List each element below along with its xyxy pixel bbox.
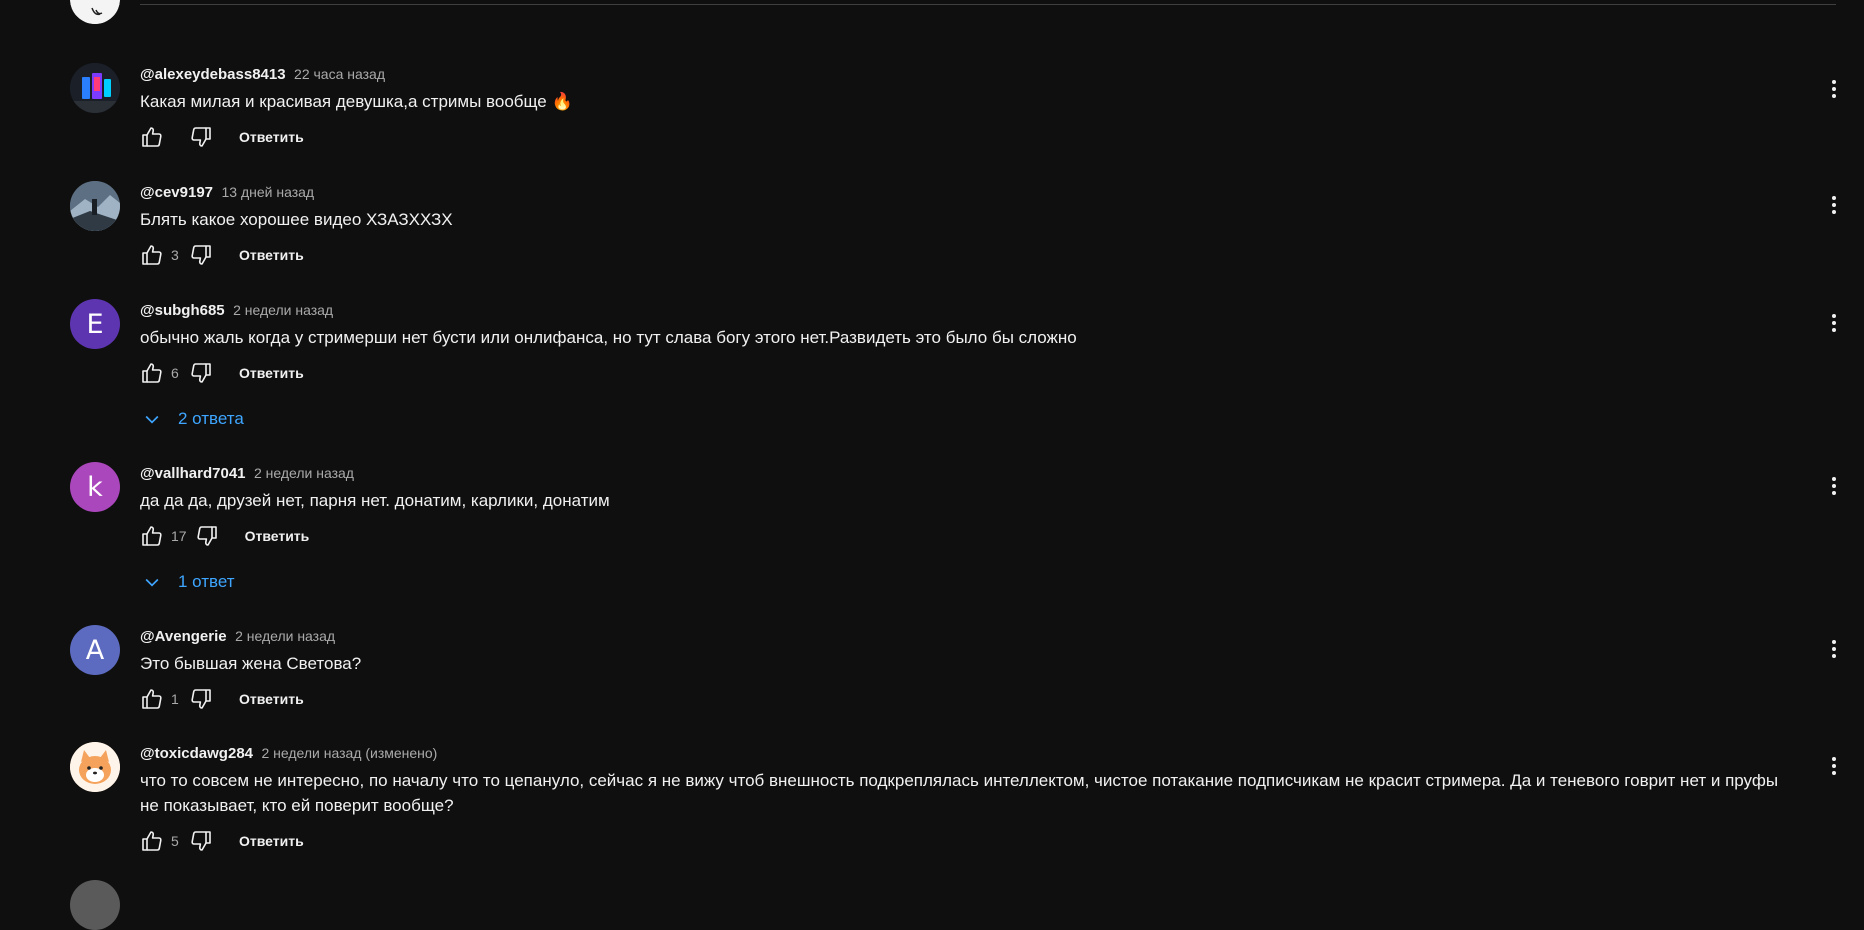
more-vert-icon — [1832, 80, 1836, 98]
dislike-button[interactable] — [185, 825, 217, 857]
comment-author[interactable]: @toxicdawg284 — [140, 745, 253, 762]
thumb-down-icon — [191, 127, 211, 147]
like-count: 3 — [171, 247, 179, 263]
thumb-down-icon — [191, 363, 211, 383]
view-replies-button[interactable]: 1 ответ — [140, 564, 235, 600]
reply-button[interactable]: Ответить — [245, 528, 310, 544]
more-actions-button[interactable] — [1822, 193, 1846, 217]
like-button[interactable] — [136, 520, 168, 552]
avatar[interactable] — [70, 181, 120, 231]
thumb-up-icon — [142, 689, 162, 709]
more-vert-icon — [1832, 196, 1836, 214]
chevron-down-icon — [145, 578, 159, 587]
thumb-down-icon — [191, 689, 211, 709]
like-button[interactable] — [136, 357, 168, 389]
more-actions-button[interactable] — [1822, 754, 1846, 778]
more-vert-icon — [1832, 757, 1836, 775]
comment-author[interactable]: @cev9197 — [140, 184, 213, 201]
thumb-up-icon — [142, 526, 162, 546]
like-button[interactable] — [136, 683, 168, 715]
avatar-letter: A — [85, 634, 105, 666]
reply-button[interactable]: Ответить — [239, 129, 304, 145]
dislike-button[interactable] — [185, 239, 217, 271]
avatar-letter: E — [86, 308, 104, 340]
avatar[interactable]: k — [70, 462, 120, 512]
avatar[interactable] — [70, 742, 120, 792]
thumb-down-icon — [191, 245, 211, 265]
comment-text: Блять какое хорошее видео ХЗАЗХХЗХ — [140, 210, 453, 229]
comment-author[interactable]: @vallhard7041 — [140, 465, 246, 482]
thumb-up-icon — [142, 831, 162, 851]
dislike-button[interactable] — [185, 683, 217, 715]
comment-text: обычно жаль когда у стримерши нет бусти … — [140, 328, 1077, 347]
avatar[interactable] — [70, 0, 120, 24]
like-button[interactable] — [136, 239, 168, 271]
comment-timestamp[interactable]: 13 дней назад — [221, 184, 314, 200]
thumb-down-icon — [196, 526, 217, 546]
avatar[interactable] — [70, 63, 120, 113]
comment-timestamp[interactable]: 2 недели назад (изменено) — [261, 745, 437, 761]
like-count: 17 — [171, 528, 187, 544]
like-count: 6 — [171, 365, 179, 381]
reply-button[interactable]: Ответить — [239, 691, 304, 707]
avatar-letter: k — [87, 471, 103, 503]
thumb-down-icon — [191, 831, 211, 851]
more-vert-icon — [1832, 314, 1836, 332]
more-actions-button[interactable] — [1822, 77, 1846, 101]
view-replies-button[interactable]: 2 ответа — [140, 401, 244, 437]
comment-timestamp[interactable]: 2 недели назад — [254, 465, 354, 481]
dislike-button[interactable] — [185, 357, 217, 389]
replies-count-label: 2 ответа — [178, 409, 244, 428]
reply-button[interactable]: Ответить — [239, 247, 304, 263]
comment-timestamp[interactable]: 22 часа назад — [294, 66, 385, 82]
comment-author[interactable]: @alexeydebass8413 — [140, 66, 286, 83]
chevron-down-icon — [145, 415, 159, 424]
comment-timestamp[interactable]: 2 недели назад — [233, 302, 333, 318]
like-count: 5 — [171, 833, 179, 849]
like-count: 1 — [171, 691, 179, 707]
comment-timestamp[interactable]: 2 недели назад — [235, 628, 335, 644]
comment-text: Это бывшая жена Светова? — [140, 654, 362, 673]
more-actions-button[interactable] — [1822, 311, 1846, 335]
thumb-up-icon — [142, 245, 162, 265]
dislike-button[interactable] — [191, 520, 223, 552]
comment-text: Какая милая и красивая девушка,а стримы … — [140, 92, 573, 111]
divider — [140, 4, 1836, 5]
reply-button[interactable]: Ответить — [239, 365, 304, 381]
avatar[interactable]: E — [70, 299, 120, 349]
thumb-up-icon — [142, 363, 162, 383]
replies-count-label: 1 ответ — [178, 572, 235, 591]
thumb-up-icon — [142, 127, 162, 147]
comment-text: да да да, друзей нет, парня нет. донатим… — [140, 491, 610, 510]
like-button[interactable] — [136, 825, 168, 857]
dislike-button[interactable] — [185, 121, 217, 153]
more-actions-button[interactable] — [1822, 474, 1846, 498]
comment-author[interactable]: @Avengerie — [140, 628, 227, 645]
comment-text: что то совсем не интересно, по началу чт… — [140, 771, 1779, 815]
more-vert-icon — [1832, 640, 1836, 658]
like-button[interactable] — [136, 121, 168, 153]
avatar[interactable]: A — [70, 625, 120, 675]
comment-author[interactable]: @subgh685 — [140, 302, 225, 319]
more-vert-icon — [1832, 477, 1836, 495]
reply-button[interactable]: Ответить — [239, 833, 304, 849]
more-actions-button[interactable] — [1822, 637, 1846, 661]
